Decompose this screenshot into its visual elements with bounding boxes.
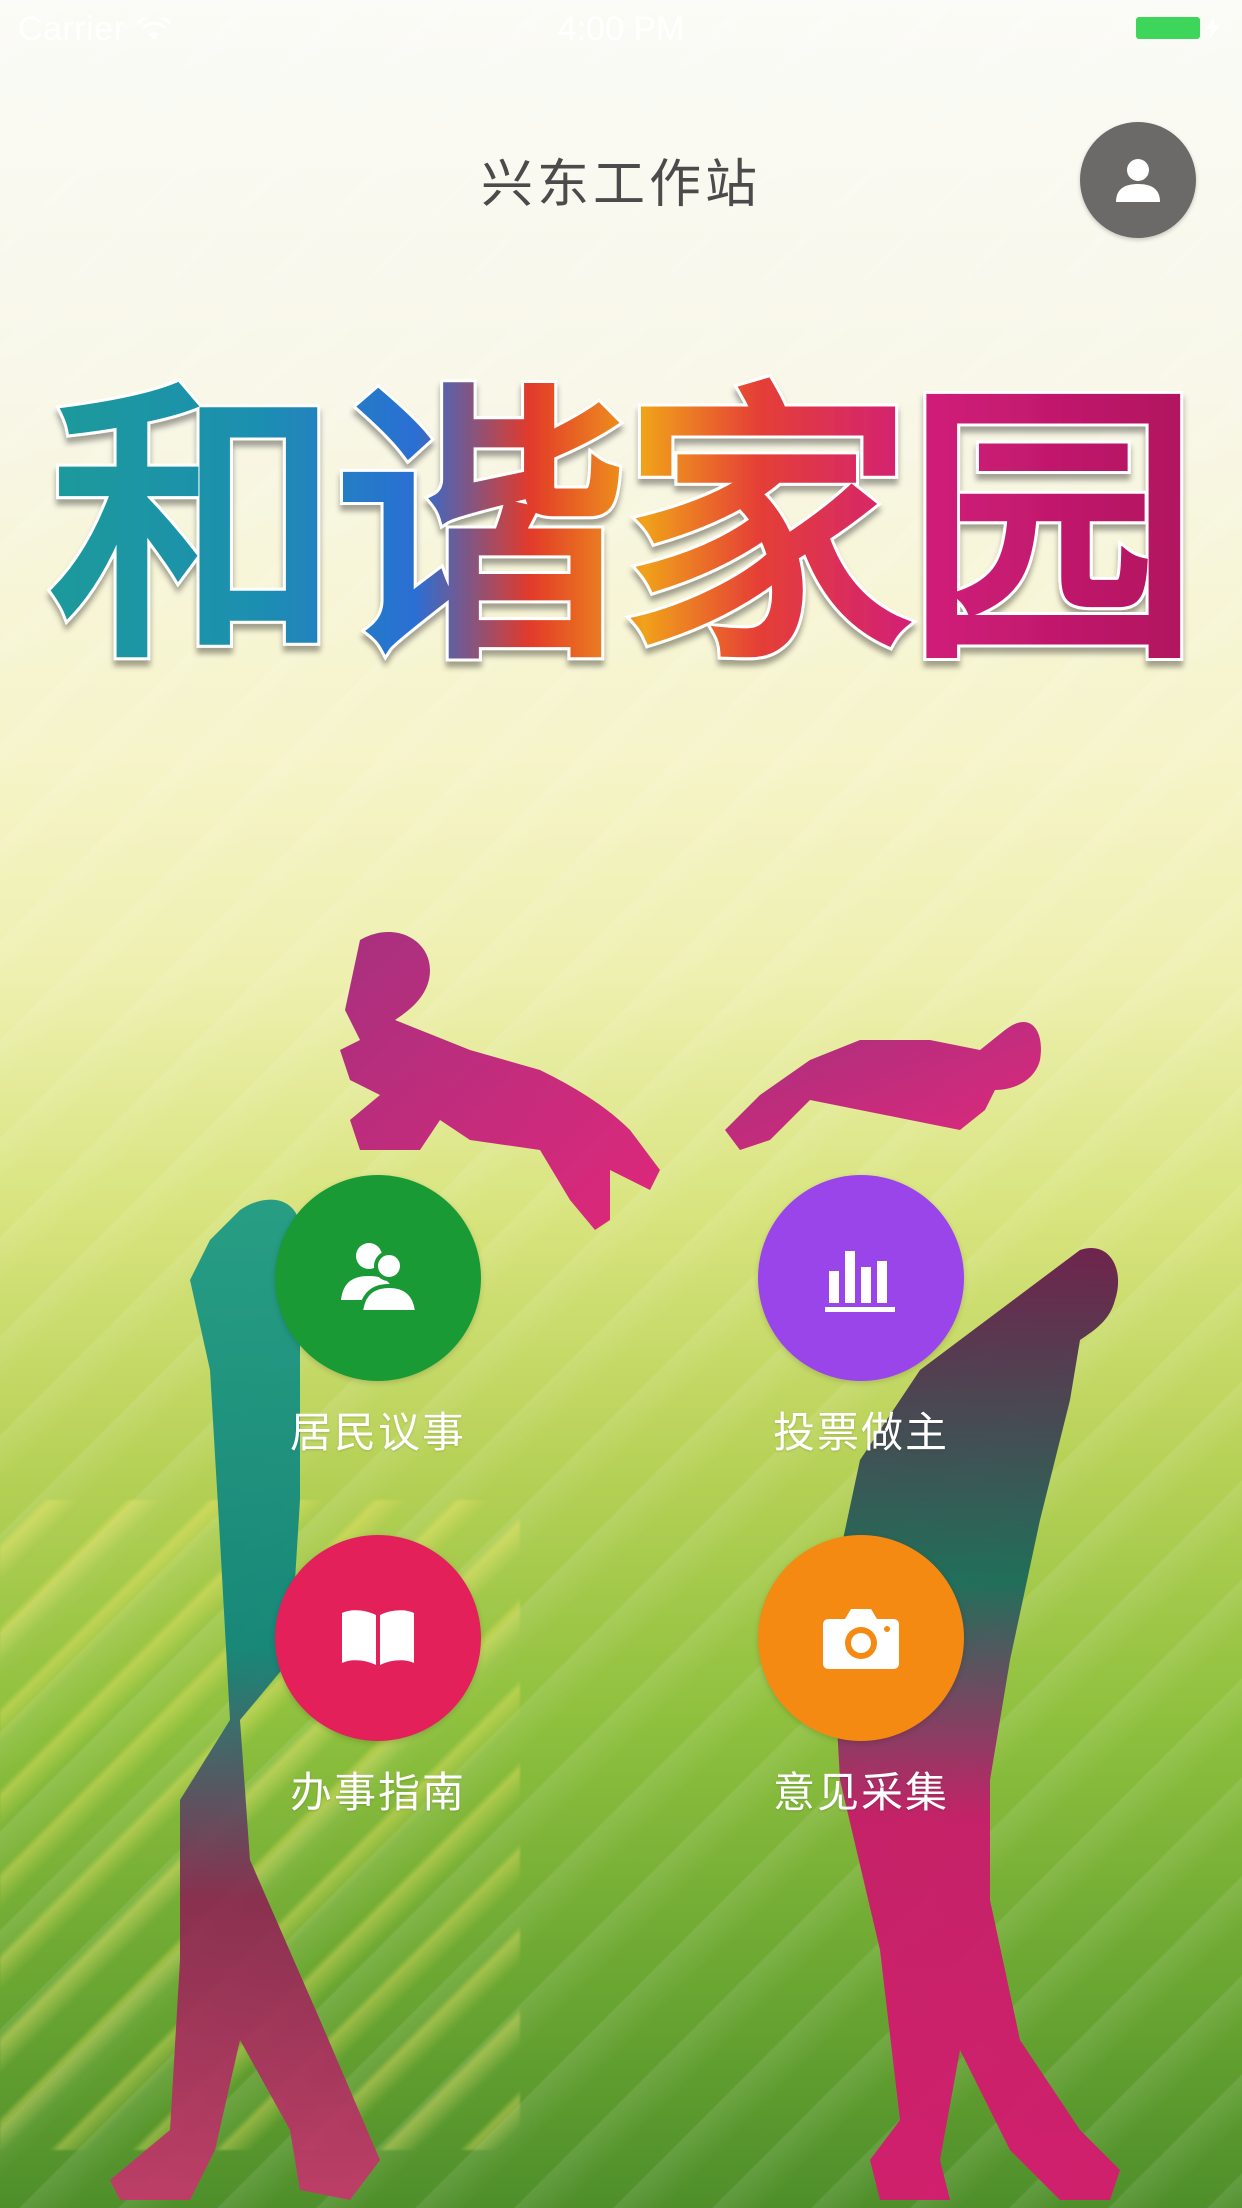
hero-logo: 和谐家园 (0, 300, 1242, 680)
action-label: 投票做主 (772, 1408, 949, 1457)
camera-icon (823, 1609, 899, 1669)
battery-icon (1136, 16, 1220, 40)
status-time: 4:00 PM (557, 10, 685, 48)
action-label: 办事指南 (289, 1768, 466, 1817)
action-label: 意见采集 (772, 1768, 949, 1817)
service-guide-button[interactable] (275, 1535, 481, 1741)
page-title: 兴东工作站 (480, 155, 761, 215)
bar-chart-icon (825, 1251, 895, 1312)
book-icon (342, 1610, 414, 1665)
status-bar: Carrier 4:00 PM (0, 0, 1242, 60)
action-service-guide[interactable]: 办事指南 (228, 1535, 528, 1820)
action-feedback[interactable]: 意见采集 (711, 1535, 1011, 1820)
hero-logo-text: 和谐家园 (49, 359, 1193, 680)
resident-discussion-button[interactable] (275, 1175, 481, 1381)
voting-button[interactable] (758, 1175, 964, 1381)
family-silhouette-image (110, 931, 1120, 2200)
action-voting[interactable]: 投票做主 (711, 1175, 1011, 1460)
people-icon (341, 1243, 420, 1314)
action-resident-discussion[interactable]: 居民议事 (228, 1175, 528, 1460)
user-icon (1116, 159, 1160, 202)
action-label: 居民议事 (289, 1408, 466, 1457)
profile-button[interactable] (1080, 122, 1196, 238)
feedback-button[interactable] (758, 1535, 964, 1741)
